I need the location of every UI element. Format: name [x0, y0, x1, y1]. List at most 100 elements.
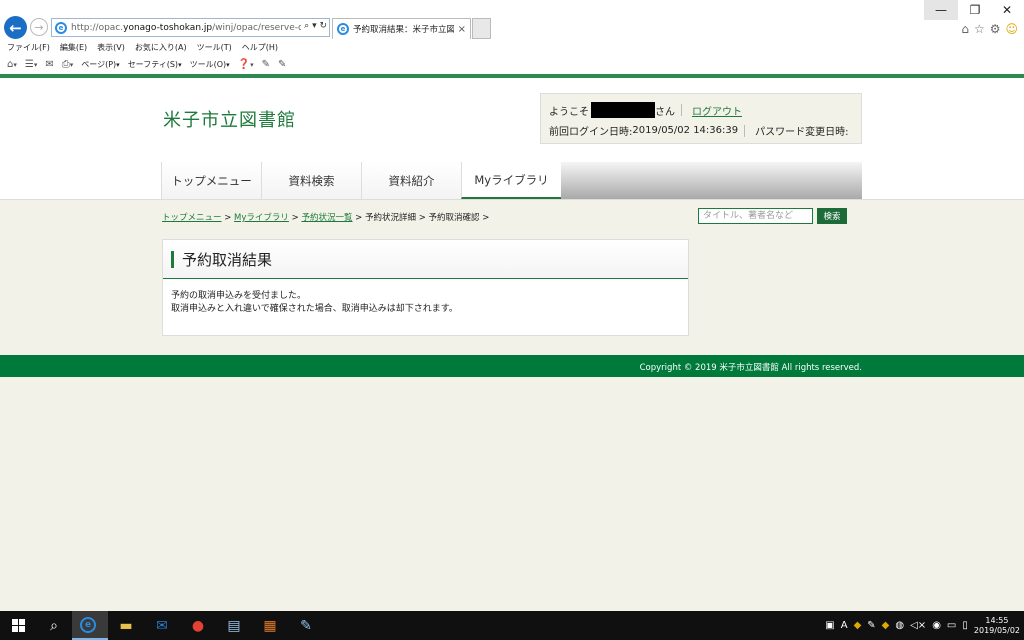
volume-icon[interactable]: ◁×: [910, 620, 926, 631]
tab-close-icon[interactable]: ×: [458, 24, 466, 35]
nav-my-library[interactable]: Myライブラリ: [461, 162, 561, 199]
breadcrumb-my-library[interactable]: Myライブラリ: [234, 213, 289, 223]
taskbar-explorer[interactable]: ▬: [108, 611, 144, 640]
cmd-page[interactable]: ページ(P)▾: [81, 59, 119, 70]
windows-logo-icon: [11, 619, 25, 632]
menu-help[interactable]: ヘルプ(H): [242, 42, 278, 53]
logout-link[interactable]: ログアウト: [692, 103, 742, 118]
separator: [681, 104, 682, 116]
network-icon[interactable]: ◍: [895, 620, 904, 631]
site-title[interactable]: 米子市立図書館: [163, 106, 296, 132]
breadcrumb-sep: >: [224, 213, 232, 223]
menu-favorites[interactable]: お気に入り(A): [135, 42, 187, 53]
windows-taskbar: ⌕ e ▬ ✉ ● ▤ ▦ ✎ ▣ A ◆ ✎ ◆ ◍ ◁× ◉ ▭ ▯ 14:…: [0, 611, 1024, 640]
feeds-icon[interactable]: ☰▾: [25, 59, 37, 70]
url-host: yonago-toshokan.jp: [123, 22, 213, 33]
tray-icon-3[interactable]: ◆: [882, 620, 890, 631]
wifi-icon[interactable]: ◉: [932, 620, 941, 631]
research-icon[interactable]: ✎: [262, 59, 270, 70]
result-message-1: 予約の取消申込みを受付ました。: [171, 291, 307, 301]
translate-icon[interactable]: ✎: [278, 59, 286, 70]
help-icon[interactable]: ❓▾: [238, 59, 254, 70]
taskbar-chrome[interactable]: ●: [180, 611, 216, 640]
taskbar-notepad[interactable]: ▤: [216, 611, 252, 640]
ie-taskbar-icon: e: [80, 616, 96, 633]
breadcrumb-reserve-list[interactable]: 予約状況一覧: [301, 213, 352, 223]
breadcrumb-top[interactable]: トップメニュー: [162, 213, 222, 223]
folder-icon: ▬: [119, 617, 133, 634]
url-prefix: http://opac.: [71, 22, 124, 33]
menu-tools[interactable]: ツール(T): [197, 42, 232, 53]
forward-button[interactable]: →: [30, 18, 48, 36]
menu-file[interactable]: ファイル(F): [7, 42, 50, 53]
cmd-safety[interactable]: セーフティ(S)▾: [128, 59, 182, 70]
taskbar-paint[interactable]: ✎: [288, 611, 324, 640]
address-bar[interactable]: e http://opac. yonago-toshokan.jp/winj/op…: [51, 18, 330, 37]
cmd-tools[interactable]: ツール(O)▾: [190, 59, 230, 70]
search-button[interactable]: 検索: [817, 208, 847, 224]
taskbar-ie[interactable]: e: [72, 611, 108, 640]
search-icon: ⌕: [50, 617, 58, 634]
site-header: 米子市立図書館 ようこそ さん ログアウト 前回ログイン日時: 2019/05/…: [0, 78, 1024, 200]
address-tools[interactable]: ⌕ ▾ ↻: [301, 21, 327, 31]
password-changed-label: パスワード変更日時:: [755, 127, 849, 138]
tray-icon-2[interactable]: ✎: [867, 620, 875, 631]
result-message-2: 取消申込みと入れ違いで確保された場合、取消申込みは却下されます。: [171, 304, 458, 314]
system-tray: ▣ A ◆ ✎ ◆ ◍ ◁× ◉ ▭ ▯ 14:55 2019/05/02: [825, 611, 1020, 640]
settings-gear-icon[interactable]: ⚙: [990, 22, 1001, 36]
result-title: 予約取消結果: [182, 250, 273, 269]
start-button[interactable]: [0, 611, 36, 640]
tray-app-icon[interactable]: ▣: [825, 620, 834, 631]
taskbar-app[interactable]: ▦: [252, 611, 288, 640]
command-bar: ⌂▾ ☰▾ ✉ ⎙▾ ページ(P)▾ セーフティ(S)▾ ツール(O)▾ ❓▾ …: [0, 55, 1024, 74]
taskbar-search-button[interactable]: ⌕: [36, 611, 72, 640]
result-body: 予約の取消申込みを受付ました。 取消申込みと入れ違いで確保された場合、取消申込み…: [163, 279, 688, 316]
window-restore-button[interactable]: ❐: [958, 0, 992, 20]
breadcrumb: トップメニュー > Myライブラリ > 予約状況一覧 > 予約状況詳細 > 予約…: [162, 211, 489, 223]
breadcrumb-sep: >: [482, 213, 490, 223]
login-info-box: ようこそ さん ログアウト 前回ログイン日時: 2019/05/02 14:36…: [540, 93, 862, 144]
display-icon[interactable]: ▭: [947, 620, 956, 631]
welcome-text: ようこそ: [549, 106, 589, 118]
notepad-icon: ▤: [227, 617, 241, 634]
arrow-left-icon: ←: [9, 18, 22, 37]
breadcrumb-cancel-confirm: 予約取消確認: [428, 213, 480, 223]
ie-icon: e: [55, 21, 67, 34]
breadcrumb-sep: >: [291, 213, 299, 223]
menu-edit[interactable]: 編集(E): [60, 42, 87, 53]
result-header: 予約取消結果: [163, 240, 688, 279]
browser-tab[interactable]: e 予約取消結果：米子市立図... ×: [332, 18, 471, 39]
app-icon: ▦: [263, 617, 277, 634]
cmd-page-label: ページ(P): [81, 60, 117, 69]
home-icon[interactable]: ⌂: [961, 22, 969, 36]
separator: [744, 124, 746, 137]
favorites-icon[interactable]: ☆: [974, 22, 985, 36]
chrome-icon: ●: [191, 617, 205, 634]
taskbar-clock[interactable]: 14:55 2019/05/02: [974, 616, 1020, 636]
tab-title: 予約取消結果：米子市立図...: [353, 25, 454, 35]
feedback-smiley-icon[interactable]: ☺: [1005, 22, 1018, 36]
back-button[interactable]: ←: [4, 16, 27, 39]
breadcrumb-sep: >: [355, 213, 363, 223]
nav-search[interactable]: 資料検索: [261, 162, 361, 199]
window-close-button[interactable]: ✕: [990, 0, 1024, 20]
print-icon[interactable]: ⎙▾: [62, 59, 74, 70]
browser-chrome: ← → e http://opac. yonago-toshokan.jp/win…: [0, 0, 1024, 40]
nav-introduction[interactable]: 資料紹介: [361, 162, 461, 199]
tray-icon-1[interactable]: ◆: [854, 620, 862, 631]
home-cmd-icon[interactable]: ⌂▾: [7, 59, 17, 70]
nav-filler: [561, 162, 862, 199]
notification-icon[interactable]: ▯: [962, 620, 968, 631]
mail-icon[interactable]: ✉: [45, 59, 53, 70]
menu-view[interactable]: 表示(V): [97, 42, 125, 53]
nav-top-menu[interactable]: トップメニュー: [161, 162, 261, 199]
new-tab-button[interactable]: [472, 18, 491, 39]
last-login-value: 2019/05/02 14:36:39: [632, 125, 739, 136]
window-minimize-button[interactable]: —: [924, 0, 958, 20]
taskbar-outlook[interactable]: ✉: [144, 611, 180, 640]
tab-ie-icon: e: [337, 23, 349, 35]
cmd-tools-label: ツール(O): [189, 60, 227, 69]
search-input[interactable]: [698, 208, 813, 224]
login-dates-row: 前回ログイン日時: 2019/05/02 14:36:39 パスワード変更日時:: [549, 123, 848, 138]
ime-icon[interactable]: A: [841, 620, 848, 631]
